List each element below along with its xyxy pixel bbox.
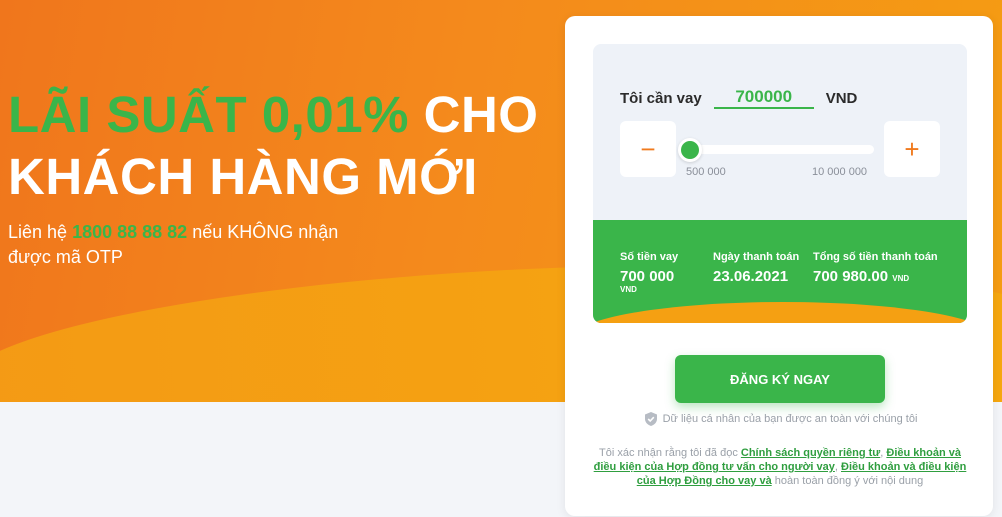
privacy-policy-link[interactable]: Chính sách quyền riêng tư <box>741 447 880 459</box>
loan-amount-value: 700 000 <box>620 268 675 285</box>
plus-icon: + <box>904 133 920 164</box>
slider-max-label: 10 000 000 <box>812 166 868 178</box>
security-note: Dữ liệu cá nhân của bạn được an toàn với… <box>631 412 931 426</box>
total-unit: VND <box>892 274 910 283</box>
summary-wave-decoration <box>593 302 967 323</box>
hero-title-highlight: LÃI SUẤT 0,01% <box>8 86 409 143</box>
security-text: Dữ liệu cá nhân của bạn được an toàn với… <box>662 413 918 425</box>
amount-row: Tôi cần vay VND <box>620 86 857 110</box>
summary-payment-date: Ngày thanh toán 23.06.2021 <box>713 251 803 285</box>
consent-text: Tôi xác nhận rằng tôi đã đọc Chính sách … <box>589 446 971 488</box>
loan-calculator: Tôi cần vay VND − + 500 000 10 000 000 S… <box>593 44 967 323</box>
total-value: 700 980.00 <box>813 268 889 285</box>
register-now-button[interactable]: ĐĂNG KÝ NGAY <box>675 355 885 403</box>
shield-check-icon <box>644 412 657 426</box>
total-value-line: 700 980.00 VND <box>813 268 953 285</box>
minus-icon: − <box>640 133 656 164</box>
loan-summary: Số tiền vay 700 000 VND Ngày thanh toán … <box>593 220 967 323</box>
hero-title-line2: KHÁCH HÀNG MỚI <box>8 148 478 205</box>
consent-suffix: hoàn toàn đồng ý với nội dung <box>771 475 924 487</box>
decrease-amount-button[interactable]: − <box>620 121 676 177</box>
hero-subtitle: Liên hệ 1800 88 88 82 nếu KHÔNG nhận đượ… <box>8 220 368 270</box>
hero-sub-prefix: Liên hệ <box>8 222 73 242</box>
summary-loan-amount: Số tiền vay 700 000 VND <box>620 251 700 294</box>
amount-slider-handle[interactable] <box>678 138 702 162</box>
payment-date-value: 23.06.2021 <box>713 268 789 285</box>
loan-card: Tôi cần vay VND − + 500 000 10 000 000 S… <box>565 16 993 516</box>
consent-prefix: Tôi xác nhận rằng tôi đã đọc <box>599 447 741 459</box>
hero-title: LÃI SUẤT 0,01% CHO KHÁCH HÀNG MỚI <box>8 84 538 208</box>
increase-amount-button[interactable]: + <box>884 121 940 177</box>
slider-min-label: 500 000 <box>686 166 726 178</box>
amount-slider-track[interactable] <box>684 145 874 154</box>
hero-title-rest: CHO <box>408 86 539 143</box>
payment-date-label: Ngày thanh toán <box>713 251 800 263</box>
amount-label: Tôi cần vay <box>620 89 702 107</box>
currency-label: VND <box>825 89 858 107</box>
loan-amount-input[interactable] <box>713 87 814 109</box>
summary-total: Tổng số tiền thanh toán 700 980.00 VND <box>813 251 953 285</box>
loan-amount-label: Số tiền vay <box>620 251 679 263</box>
loan-amount-unit: VND <box>620 285 637 294</box>
hotline-number: 1800 88 88 82 <box>72 222 188 242</box>
total-label: Tổng số tiền thanh toán <box>813 251 938 263</box>
